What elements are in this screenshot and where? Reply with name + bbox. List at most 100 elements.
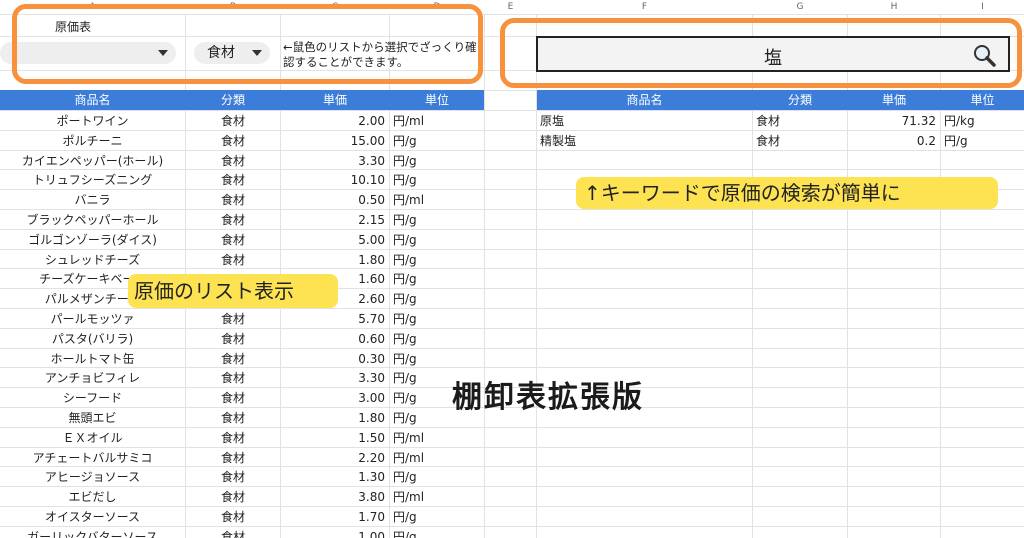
- left-cell-price[interactable]: 3.30: [281, 368, 389, 388]
- column-header-e[interactable]: E: [485, 0, 536, 14]
- left-cell-name[interactable]: トリュフシーズニング: [0, 170, 185, 190]
- left-cell-unit[interactable]: 円/g: [390, 269, 484, 289]
- left-cell-price[interactable]: 1.50: [281, 428, 389, 448]
- left-cell-cat[interactable]: 食材: [186, 408, 280, 428]
- left-cell-price[interactable]: 3.30: [281, 151, 389, 171]
- left-cell-cat[interactable]: 食材: [186, 349, 280, 369]
- left-cell-cat[interactable]: 食材: [186, 309, 280, 329]
- right-cell-cat[interactable]: 食材: [753, 131, 847, 151]
- left-cell-unit[interactable]: 円/ml: [390, 190, 484, 210]
- left-cell-cat[interactable]: 食材: [186, 467, 280, 487]
- left-cell-cat[interactable]: 食材: [186, 448, 280, 468]
- left-cell-name[interactable]: シーフード: [0, 388, 185, 408]
- column-header-f[interactable]: F: [537, 0, 752, 14]
- left-cell-price[interactable]: 1.80: [281, 408, 389, 428]
- header-price[interactable]: 単価: [848, 90, 940, 110]
- left-cell-unit[interactable]: 円/g: [390, 349, 484, 369]
- left-cell-unit[interactable]: 円/g: [390, 527, 484, 538]
- left-cell-name[interactable]: ブラックペッパーホール: [0, 210, 185, 230]
- left-cell-cat[interactable]: 食材: [186, 388, 280, 408]
- left-cell-unit[interactable]: 円/ml: [390, 111, 484, 131]
- left-cell-cat[interactable]: 食材: [186, 507, 280, 527]
- left-cell-name[interactable]: エビだし: [0, 487, 185, 507]
- left-cell-unit[interactable]: 円/g: [390, 151, 484, 171]
- left-cell-price[interactable]: 5.70: [281, 309, 389, 329]
- left-cell-name[interactable]: ポルチーニ: [0, 131, 185, 151]
- left-cell-price[interactable]: 1.70: [281, 507, 389, 527]
- header-category[interactable]: 分類: [186, 90, 280, 110]
- left-cell-cat[interactable]: 食材: [186, 111, 280, 131]
- left-cell-unit[interactable]: 円/g: [390, 170, 484, 190]
- left-cell-cat[interactable]: 食材: [186, 131, 280, 151]
- left-cell-cat[interactable]: 食材: [186, 250, 280, 270]
- column-header-g[interactable]: G: [753, 0, 847, 14]
- left-cell-unit[interactable]: 円/g: [390, 250, 484, 270]
- header-price[interactable]: 単価: [281, 90, 389, 110]
- left-cell-unit[interactable]: 円/ml: [390, 428, 484, 448]
- left-cell-price[interactable]: 3.80: [281, 487, 389, 507]
- left-cell-unit[interactable]: 円/ml: [390, 448, 484, 468]
- right-cell-price[interactable]: 0.2: [848, 131, 940, 151]
- left-cell-cat[interactable]: 食材: [186, 527, 280, 538]
- right-cell-cat[interactable]: 食材: [753, 111, 847, 131]
- right-cell-price[interactable]: 71.32: [848, 111, 940, 131]
- left-cell-name[interactable]: オイスターソース: [0, 507, 185, 527]
- left-cell-price[interactable]: 0.50: [281, 190, 389, 210]
- left-cell-cat[interactable]: 食材: [186, 368, 280, 388]
- left-cell-cat[interactable]: 食材: [186, 170, 280, 190]
- header-category[interactable]: 分類: [753, 90, 847, 110]
- left-cell-unit[interactable]: 円/g: [390, 131, 484, 151]
- left-cell-price[interactable]: 3.00: [281, 388, 389, 408]
- left-cell-price[interactable]: 2.20: [281, 448, 389, 468]
- left-cell-price[interactable]: 1.80: [281, 250, 389, 270]
- left-cell-name[interactable]: アチェートバルサミコ: [0, 448, 185, 468]
- left-cell-name[interactable]: カイエンペッパー(ホール): [0, 151, 185, 171]
- left-cell-unit[interactable]: 円/g: [390, 507, 484, 527]
- left-cell-name[interactable]: アンチョビフィレ: [0, 368, 185, 388]
- left-cell-name[interactable]: ガーリックバターソース: [0, 527, 185, 538]
- left-cell-unit[interactable]: 円/g: [390, 289, 484, 309]
- left-cell-name[interactable]: シュレッドチーズ: [0, 250, 185, 270]
- left-cell-name[interactable]: ポートワイン: [0, 111, 185, 131]
- left-cell-unit[interactable]: 円/g: [390, 329, 484, 349]
- left-cell-price[interactable]: 10.10: [281, 170, 389, 190]
- left-cell-cat[interactable]: 食材: [186, 151, 280, 171]
- left-cell-cat[interactable]: 食材: [186, 210, 280, 230]
- column-header-h[interactable]: H: [848, 0, 940, 14]
- left-cell-cat[interactable]: 食材: [186, 190, 280, 210]
- column-header-i[interactable]: I: [941, 0, 1024, 14]
- header-unit[interactable]: 単位: [941, 90, 1024, 110]
- left-cell-price[interactable]: 2.00: [281, 111, 389, 131]
- left-cell-name[interactable]: バニラ: [0, 190, 185, 210]
- left-cell-name[interactable]: アヒージョソース: [0, 467, 185, 487]
- left-cell-name[interactable]: ゴルゴンゾーラ(ダイス): [0, 230, 185, 250]
- left-cell-cat[interactable]: 食材: [186, 230, 280, 250]
- left-cell-unit[interactable]: 円/g: [390, 210, 484, 230]
- header-name[interactable]: 商品名: [0, 90, 185, 110]
- left-cell-name[interactable]: ホールトマト缶: [0, 349, 185, 369]
- left-cell-price[interactable]: 0.60: [281, 329, 389, 349]
- right-cell-unit[interactable]: 円/kg: [941, 111, 1024, 131]
- left-cell-unit[interactable]: 円/g: [390, 230, 484, 250]
- right-cell-name[interactable]: 原塩: [537, 111, 752, 131]
- left-cell-price[interactable]: 0.30: [281, 349, 389, 369]
- left-cell-price[interactable]: 1.00: [281, 527, 389, 538]
- left-cell-unit[interactable]: 円/g: [390, 467, 484, 487]
- right-cell-unit[interactable]: 円/g: [941, 131, 1024, 151]
- header-unit[interactable]: 単位: [390, 90, 484, 110]
- left-cell-unit[interactable]: 円/ml: [390, 487, 484, 507]
- left-cell-price[interactable]: 2.15: [281, 210, 389, 230]
- left-cell-price[interactable]: 5.00: [281, 230, 389, 250]
- left-cell-cat[interactable]: 食材: [186, 487, 280, 507]
- right-cell-name[interactable]: 精製塩: [537, 131, 752, 151]
- left-cell-cat[interactable]: 食材: [186, 329, 280, 349]
- header-name[interactable]: 商品名: [537, 90, 752, 110]
- left-cell-name[interactable]: 無頭エビ: [0, 408, 185, 428]
- left-cell-unit[interactable]: 円/g: [390, 309, 484, 329]
- left-cell-name[interactable]: パスタ(バリラ): [0, 329, 185, 349]
- left-cell-name[interactable]: パールモッツァ: [0, 309, 185, 329]
- left-cell-cat[interactable]: 食材: [186, 428, 280, 448]
- left-cell-name[interactable]: ＥＸオイル: [0, 428, 185, 448]
- left-cell-price[interactable]: 1.30: [281, 467, 389, 487]
- left-cell-price[interactable]: 15.00: [281, 131, 389, 151]
